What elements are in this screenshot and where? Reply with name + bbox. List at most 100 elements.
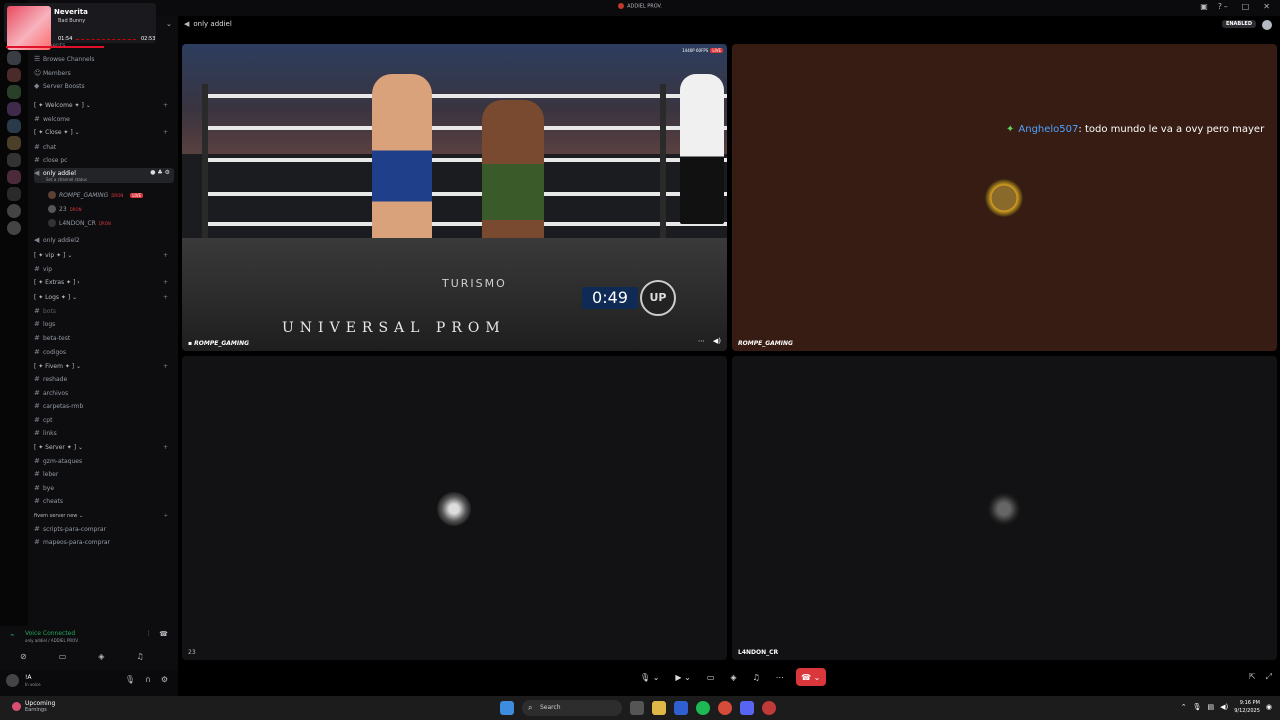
signal-icon[interactable]: ⌁ (10, 631, 14, 639)
soundboard-icon[interactable]: ♫ (136, 652, 143, 661)
start-icon[interactable] (500, 701, 514, 715)
channel-bots[interactable]: # bots (34, 307, 174, 315)
disconnect-icon[interactable]: ☎ (159, 630, 168, 639)
server-icon[interactable] (7, 170, 21, 184)
channel-close-pc[interactable]: # close pc (34, 156, 174, 164)
channel-carpetas[interactable]: # carpetas-rmb (34, 402, 174, 410)
settings-icon[interactable]: ⚙ (161, 675, 168, 684)
volume-icon[interactable]: ◀) (1220, 703, 1228, 711)
add-channel-icon[interactable]: + (164, 513, 168, 519)
server-icon[interactable] (7, 187, 21, 201)
microphone-icon[interactable]: 🎙︎ (125, 675, 135, 684)
activity-icon[interactable]: ◈ (98, 652, 104, 661)
more-icon[interactable]: ⋯ (772, 668, 788, 686)
close-icon[interactable]: ✕ (1263, 2, 1270, 11)
voice-user[interactable]: 23 DRON (48, 205, 82, 213)
microphone-icon[interactable]: 🎙︎ (1193, 703, 1202, 711)
app-icon[interactable] (674, 701, 688, 715)
add-channel-icon[interactable]: + (163, 279, 168, 286)
channel-cheats[interactable]: # cheats (34, 497, 174, 505)
maximize-icon[interactable]: □ (1242, 2, 1250, 11)
category-fivem[interactable]: [ ✦ Fivem ✦ ] ⌄ + (34, 363, 174, 370)
discover-icon[interactable] (7, 221, 21, 235)
channel-beta-test[interactable]: # beta-test (34, 334, 174, 342)
inbox-icon[interactable]: ▣ (1200, 2, 1208, 11)
network-icon[interactable]: ▤ (1208, 703, 1215, 711)
voice-channel-only-addiel[interactable]: ◀ only addiel Set a channel status ● ♣ ⚙ (34, 168, 174, 183)
screen-share-icon[interactable]: ▭ (59, 652, 67, 661)
screen-share-icon[interactable]: ▭ (703, 668, 719, 686)
minimize-icon[interactable]: – (1224, 2, 1228, 11)
channel-gzm[interactable]: # gzm-ataques (34, 457, 174, 465)
popout-icon[interactable]: ⇱ (1249, 672, 1256, 682)
more-icon[interactable]: ⋯ (698, 337, 705, 345)
username[interactable]: !A (25, 674, 32, 681)
server-icon[interactable] (7, 102, 21, 116)
app-icon[interactable] (762, 701, 776, 715)
participant-tile[interactable]: ✦ Anghelo507: todo mundo le va a ovy pero… (732, 44, 1277, 351)
participant-tile[interactable]: L4NDON_CR (732, 356, 1277, 660)
add-channel-icon[interactable]: + (163, 444, 168, 451)
voice-user[interactable]: ROMPE_GAMING DRON LIVE (48, 191, 143, 199)
avatar[interactable] (6, 674, 19, 687)
headphones-icon[interactable]: ∩ (145, 675, 151, 684)
channel-reshade[interactable]: # reshade (34, 375, 174, 383)
channel-scripts[interactable]: # scripts-para-comprar (34, 525, 174, 533)
volume-icon[interactable]: ◀) (713, 337, 721, 345)
voice-connected-subtitle[interactable]: only addiel / ADDIEL PROV. (25, 638, 79, 643)
camera-off-icon[interactable]: ⊘ (20, 652, 27, 661)
server-icon[interactable] (7, 68, 21, 82)
category-fivem-new[interactable]: fivem server new ⌄ + (34, 513, 174, 519)
category-welcome[interactable]: [ ✦ Welcome ✦ ] ⌄ + (34, 102, 174, 109)
server-icon[interactable] (7, 153, 21, 167)
category-server[interactable]: [ ✦ Server ✦ ] ⌄ + (34, 444, 174, 451)
track-progress[interactable] (76, 39, 136, 40)
spotify-icon[interactable] (696, 701, 710, 715)
category-logs[interactable]: [ ✦ Logs ✦ ] ⌄ + (34, 294, 174, 301)
add-server-icon[interactable] (7, 204, 21, 218)
channel-links[interactable]: # links (34, 429, 174, 437)
channel-status[interactable]: Set a channel status (46, 177, 174, 182)
channel-controls[interactable]: ● ♣ ⚙ (150, 169, 170, 176)
enabled-badge[interactable]: ENABLED (1221, 20, 1256, 28)
channel-archivos[interactable]: # archivos (34, 389, 174, 397)
category-vip[interactable]: [ ✦ vip ✦ ] ⌄ + (34, 252, 174, 259)
channel-bye[interactable]: # bye (34, 484, 174, 492)
browse-channels[interactable]: ☰ Browse Channels (34, 55, 174, 63)
category-extras[interactable]: [ ✦ Extras ✦ ] › + (34, 279, 174, 286)
disconnect-button[interactable]: ☎ ⌄ (795, 668, 826, 686)
notifications-icon[interactable]: ◉ (1266, 703, 1272, 711)
file-explorer-icon[interactable] (652, 701, 666, 715)
server-icon[interactable] (7, 51, 21, 65)
stream-tile[interactable]: TURISMO 0:49 UP UNIVERSAL PROM 1440P 60F… (182, 44, 727, 351)
server-icon[interactable] (7, 119, 21, 133)
channel-codigos[interactable]: # codigos (34, 348, 174, 356)
search-input[interactable]: Search (522, 700, 622, 716)
channel-cpt[interactable]: # cpt (34, 416, 174, 424)
add-channel-icon[interactable]: + (163, 252, 168, 259)
help-icon[interactable]: ? (1218, 2, 1222, 11)
voice-user[interactable]: L4NDON_CR DRON (48, 219, 111, 227)
add-channel-icon[interactable]: + (163, 294, 168, 301)
noise-suppression-icon[interactable]: ⫶ (148, 630, 150, 639)
server-boosts[interactable]: ◆ Server Boosts (34, 82, 174, 90)
channel-vip[interactable]: # vip (34, 265, 174, 273)
soundboard-icon[interactable]: ♫ (749, 668, 764, 686)
channel-mapeos[interactable]: # mapeos-para-comprar (34, 538, 174, 546)
channel-logs[interactable]: # logs (34, 320, 174, 328)
channel-leber[interactable]: # leber (34, 470, 174, 478)
add-channel-icon[interactable]: + (163, 129, 168, 136)
widgets-button[interactable]: Upcoming Earnings (12, 700, 55, 713)
clock[interactable]: 9:16 PM 9/12/2025 (1234, 699, 1260, 715)
task-view-icon[interactable] (630, 701, 644, 715)
channel-welcome[interactable]: # welcome (34, 115, 174, 123)
chrome-icon[interactable] (718, 701, 732, 715)
voice-channel-only-addiel2[interactable]: ◀ only addiel2 (34, 236, 174, 244)
participant-tile[interactable]: 23 (182, 356, 727, 660)
category-close[interactable]: [ ✦ Close ✦ ] ⌄ + (34, 129, 174, 136)
camera-icon[interactable]: ▶ ⌄ (671, 668, 694, 686)
microphone-icon[interactable]: 🎙︎ ⌄ (636, 668, 663, 686)
chevron-up-icon[interactable]: ⌃ (1181, 703, 1187, 711)
channel-chat[interactable]: # chat (34, 143, 174, 151)
members[interactable]: ☺ Members (34, 69, 174, 77)
